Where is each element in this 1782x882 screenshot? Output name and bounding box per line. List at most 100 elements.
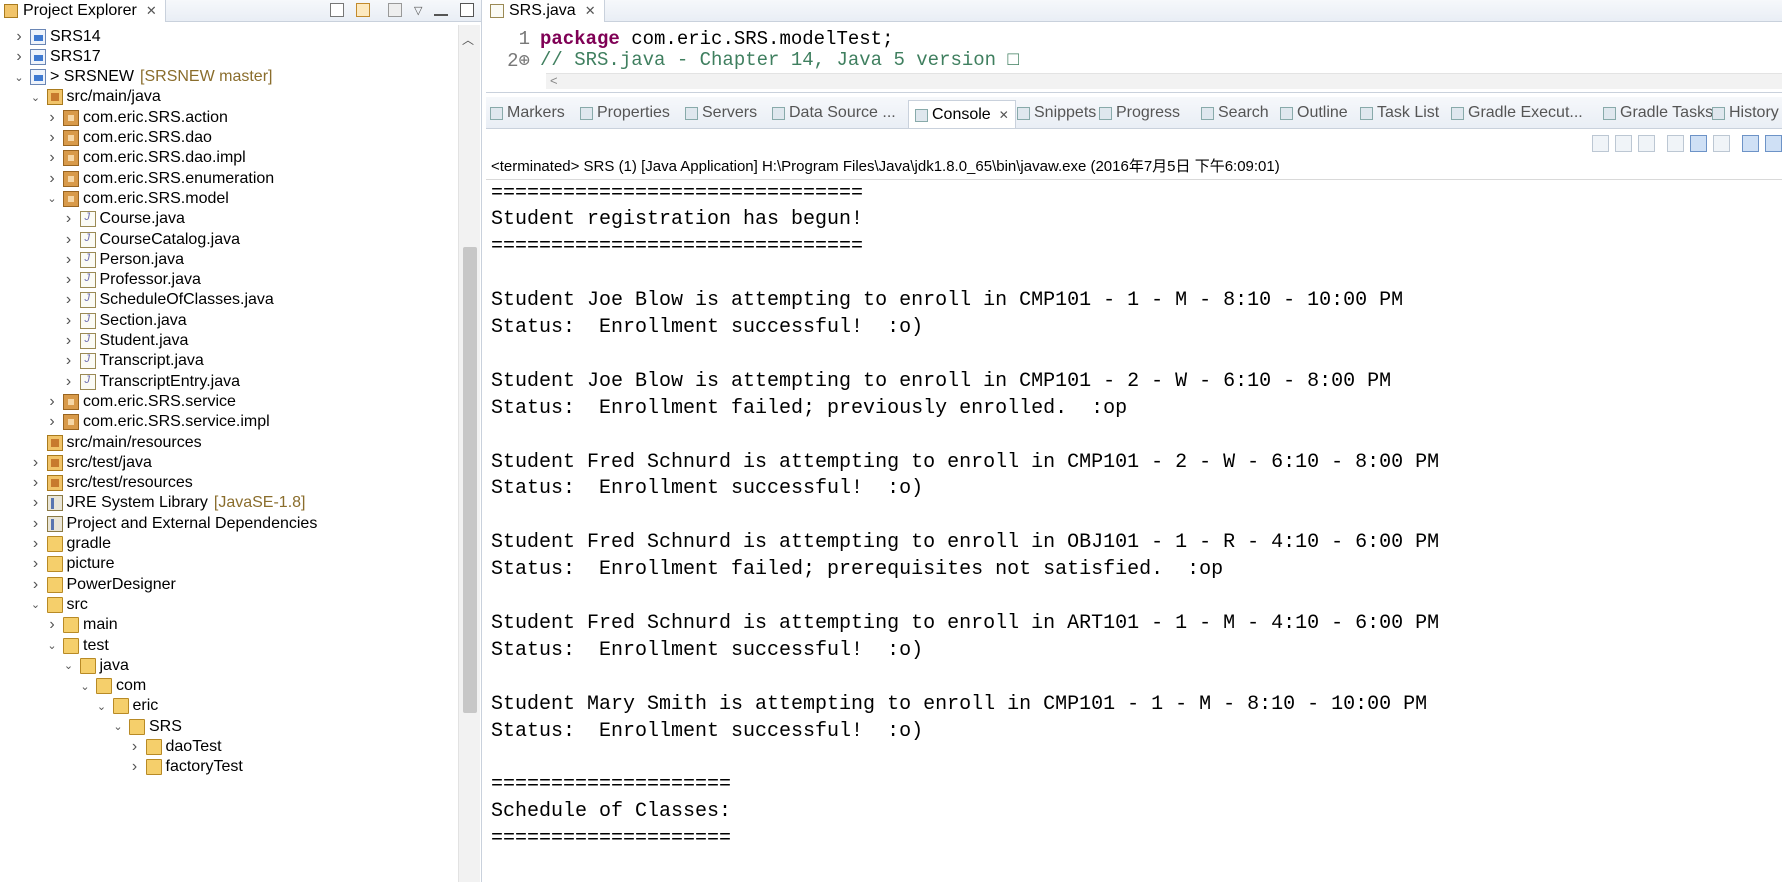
word-wrap-icon[interactable] xyxy=(1713,134,1730,152)
link-with-editor-icon[interactable] xyxy=(356,3,370,17)
project-explorer-view: Project Explorer ✕ ▽ › SRS14 › SRS17 ⌄ > SRSN… xyxy=(0,0,482,882)
chevron-right-icon[interactable]: › xyxy=(29,515,43,532)
chevron-right-icon[interactable]: › xyxy=(45,149,59,166)
java-file-icon xyxy=(79,312,96,329)
tab-task-list[interactable]: Task List xyxy=(1360,102,1439,124)
console-line: Status: Enrollment successful! :o) xyxy=(491,316,924,339)
chevron-right-icon[interactable]: › xyxy=(128,758,142,775)
remove-launch-icon[interactable] xyxy=(1615,134,1632,152)
tree-item-label: com.eric.SRS.enumeration xyxy=(83,169,275,187)
chevron-down-icon[interactable]: ⌄ xyxy=(12,70,26,84)
chevron-right-icon[interactable]: › xyxy=(29,474,43,491)
chevron-right-icon[interactable]: › xyxy=(62,251,76,268)
tab-search[interactable]: Search xyxy=(1201,102,1269,124)
view-menu-icon[interactable]: ▽ xyxy=(414,4,422,17)
project-tree[interactable]: › SRS14 › SRS17 ⌄ > SRSNEW [SRSNEW master] ⌄ src… xyxy=(0,25,458,882)
remove-all-terminated-icon[interactable] xyxy=(1638,134,1655,152)
terminate-icon[interactable] xyxy=(1592,134,1609,152)
chevron-right-icon[interactable]: › xyxy=(29,494,43,511)
code-line[interactable]: 2⊕ // SRS.java - Chapter 14, Java 5 vers… xyxy=(486,49,1019,69)
folder-icon xyxy=(46,576,63,593)
tree-item-label: JRE System Library xyxy=(66,494,208,512)
maximize-icon[interactable] xyxy=(460,3,475,17)
chevron-right-icon[interactable]: › xyxy=(62,231,76,248)
chevron-down-icon[interactable]: ⌄ xyxy=(62,659,76,673)
explorer-vertical-scrollbar[interactable]: ︿ xyxy=(458,25,480,882)
markers-icon xyxy=(490,106,503,120)
display-selected-console-icon[interactable] xyxy=(1765,134,1782,152)
editor-horizontal-scrollbar[interactable]: < xyxy=(546,73,1782,89)
chevron-right-icon[interactable]: › xyxy=(29,454,43,471)
chevron-right-icon[interactable]: › xyxy=(29,576,43,593)
tab-snippets[interactable]: Snippets xyxy=(1017,102,1096,124)
scroll-up-arrow-icon[interactable]: ︿ xyxy=(462,31,474,48)
console-line: Student Fred Schnurd is attempting to en… xyxy=(491,450,1440,474)
tab-srs-java[interactable]: SRS.java ✕ xyxy=(486,0,605,22)
console-line: =============================== xyxy=(491,235,864,259)
filter-icon[interactable] xyxy=(388,3,402,17)
java-file-icon xyxy=(79,211,96,228)
chevron-right-icon[interactable]: › xyxy=(62,332,76,349)
tab-markers[interactable]: Markers xyxy=(490,102,565,124)
chevron-right-icon[interactable]: › xyxy=(45,413,59,430)
tab-progress[interactable]: Progress xyxy=(1099,102,1180,124)
chevron-right-icon[interactable]: › xyxy=(62,210,76,227)
tab-console[interactable]: Console ✕ xyxy=(908,100,1016,128)
source-folder-icon xyxy=(46,454,63,471)
chevron-right-icon[interactable]: › xyxy=(29,555,43,572)
console-process-status: <terminated> SRS (1) [Java Application] … xyxy=(491,157,1280,175)
package-icon xyxy=(63,393,79,410)
chevron-right-icon[interactable]: › xyxy=(45,393,59,410)
chevron-right-icon[interactable]: › xyxy=(62,352,76,369)
chevron-right-icon[interactable]: › xyxy=(62,291,76,308)
tab-data-source[interactable]: Data Source ... xyxy=(772,102,896,124)
scroll-lock-icon[interactable] xyxy=(1690,134,1707,152)
chevron-right-icon[interactable]: › xyxy=(29,535,43,552)
tree-item-label: com.eric.SRS.model xyxy=(83,189,229,207)
chevron-down-icon[interactable]: ⌄ xyxy=(45,639,59,653)
console-output[interactable]: =============================== Student r… xyxy=(491,180,1779,880)
chevron-right-icon[interactable]: › xyxy=(62,312,76,329)
chevron-right-icon[interactable]: › xyxy=(45,616,59,633)
minimize-icon[interactable] xyxy=(434,10,449,16)
tree-item-label: eric xyxy=(132,697,159,715)
close-icon[interactable]: ✕ xyxy=(585,3,596,19)
tab-project-explorer[interactable]: Project Explorer ✕ xyxy=(0,0,166,22)
chevron-down-icon[interactable]: ⌄ xyxy=(95,699,109,713)
scrollbar-thumb[interactable] xyxy=(463,247,477,713)
collapse-all-icon[interactable] xyxy=(330,3,344,17)
chevron-down-icon[interactable]: ⌄ xyxy=(78,679,92,693)
chevron-down-icon[interactable]: ⌄ xyxy=(45,192,59,206)
chevron-right-icon[interactable]: › xyxy=(62,271,76,288)
clear-console-icon[interactable] xyxy=(1667,134,1684,152)
chevron-down-icon[interactable]: ⌄ xyxy=(29,598,43,612)
tab-properties[interactable]: Properties xyxy=(580,102,670,124)
tree-item-label: com.eric.SRS.dao xyxy=(83,129,212,146)
chevron-right-icon[interactable]: › xyxy=(12,28,26,45)
chevron-down-icon[interactable]: ⌄ xyxy=(111,720,125,734)
views-tabbar: Markers Properties Servers Data Source ... C… xyxy=(486,97,1782,129)
tab-gradle[interactable]: Gradle Tasks xyxy=(1603,102,1713,124)
chevron-right-icon[interactable]: › xyxy=(62,373,76,390)
progress-icon xyxy=(1099,106,1112,120)
chevron-right-icon[interactable]: › xyxy=(45,170,59,187)
tab-outline[interactable]: Outline xyxy=(1280,102,1348,124)
show-console-on-output-icon[interactable] xyxy=(1742,134,1759,152)
tab-servers[interactable]: Servers xyxy=(685,102,757,124)
close-icon[interactable]: ✕ xyxy=(999,108,1009,122)
folder-icon xyxy=(79,657,96,674)
tree-item-label: gradle xyxy=(66,535,111,552)
tree-item[interactable]: › factoryTest xyxy=(128,756,243,779)
tab-gradle[interactable]: Gradle Execut... xyxy=(1451,102,1583,124)
scroll-left-arrow-icon[interactable]: < xyxy=(550,73,558,88)
chevron-right-icon[interactable]: › xyxy=(128,738,142,755)
chevron-down-icon[interactable]: ⌄ xyxy=(29,90,43,104)
close-icon[interactable]: ✕ xyxy=(146,3,157,19)
console-line: Student Mary Smith is attempting to enro… xyxy=(491,692,1428,716)
tab-history[interactable]: History xyxy=(1712,102,1779,124)
chevron-right-icon[interactable]: › xyxy=(45,109,59,126)
chevron-right-icon[interactable]: › xyxy=(45,129,59,146)
gradle-icon xyxy=(1451,106,1464,120)
chevron-right-icon[interactable]: › xyxy=(12,48,26,65)
